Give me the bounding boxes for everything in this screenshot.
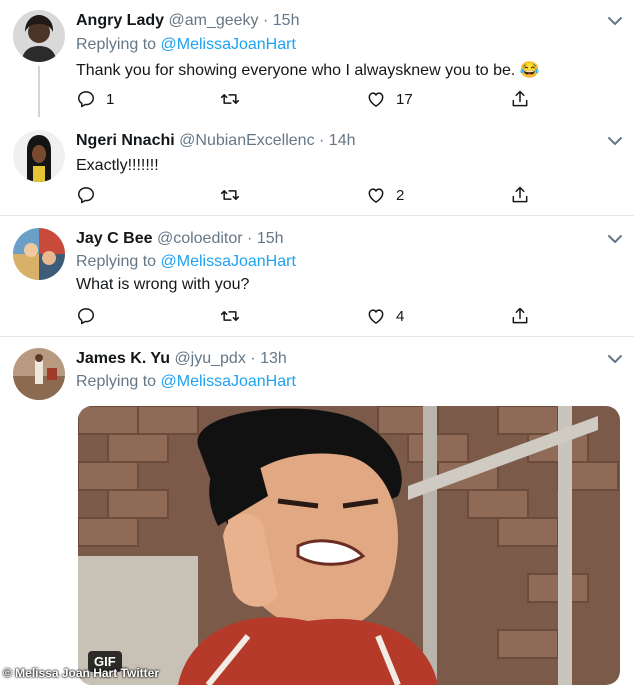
retweet-button[interactable] — [220, 88, 250, 110]
mention-link[interactable]: @MelissaJoanHart — [161, 253, 296, 270]
retweet-button[interactable] — [220, 305, 250, 327]
thread-line — [38, 66, 40, 117]
like-icon — [366, 185, 386, 205]
chevron-down-icon[interactable] — [607, 15, 623, 27]
reply-button[interactable] — [76, 305, 106, 327]
display-name[interactable]: Jay C Bee — [76, 230, 153, 247]
share-icon — [510, 89, 530, 109]
like-icon — [366, 89, 386, 109]
separator-dot: · — [319, 132, 325, 149]
reply-icon — [76, 306, 96, 326]
user-handle[interactable]: @am_geeky — [168, 12, 258, 29]
share-icon — [510, 185, 530, 205]
replying-to-prefix: Replying to — [76, 253, 161, 270]
tweet-text: What is wrong with you? — [76, 276, 250, 293]
replying-to-prefix: Replying to — [76, 373, 161, 390]
retweet-icon — [220, 185, 240, 205]
like-icon — [366, 306, 386, 326]
watermark: © Melissa Joan Hart Twitter — [3, 666, 159, 680]
like-button[interactable]: 4 — [366, 305, 404, 327]
replying-to: Replying to @MelissaJoanHart — [76, 36, 296, 54]
like-count: 17 — [396, 90, 413, 108]
gif-media[interactable] — [78, 406, 620, 685]
like-count: 2 — [396, 186, 405, 204]
tweet-text: Exactly!!!!!!! — [76, 157, 159, 174]
reply-icon — [76, 185, 96, 205]
reply-button[interactable] — [76, 184, 106, 206]
share-button[interactable] — [510, 88, 530, 110]
like-count: 4 — [396, 307, 405, 325]
separator-dot: · — [247, 230, 253, 247]
timestamp[interactable]: 14h — [329, 132, 356, 149]
chevron-down-icon[interactable] — [607, 135, 623, 147]
tweet[interactable]: Jay C Bee @coloeditor · 15h Replying to … — [0, 216, 634, 336]
retweet-icon — [220, 306, 240, 326]
chevron-down-icon[interactable] — [607, 233, 623, 245]
replying-to: Replying to @MelissaJoanHart — [76, 373, 296, 391]
separator-dot: · — [250, 350, 256, 367]
user-handle[interactable]: @NubianExcellenc — [179, 132, 314, 149]
tweet-header: James K. Yu @jyu_pdx · 13h — [76, 350, 287, 368]
mention-link[interactable]: @MelissaJoanHart — [161, 373, 296, 390]
user-handle[interactable]: @coloeditor — [157, 230, 243, 247]
separator-dot: · — [262, 12, 269, 29]
like-button[interactable]: 2 — [366, 184, 404, 206]
share-button[interactable] — [510, 305, 530, 327]
display-name[interactable]: Angry Lady — [76, 12, 164, 29]
reply-button[interactable]: 1 — [76, 88, 114, 110]
tweet-header: Jay C Bee @coloeditor · 15h — [76, 230, 284, 248]
chevron-down-icon[interactable] — [607, 353, 623, 365]
replying-to-prefix: Replying to — [76, 36, 161, 53]
reply-count: 1 — [106, 90, 115, 108]
timestamp[interactable]: 15h — [273, 12, 300, 29]
retweet-button[interactable] — [220, 184, 250, 206]
share-button[interactable] — [510, 184, 530, 206]
mention-link[interactable]: @MelissaJoanHart — [161, 36, 296, 53]
avatar[interactable] — [13, 228, 65, 280]
avatar[interactable] — [13, 130, 65, 182]
retweet-icon — [220, 89, 240, 109]
timestamp[interactable]: 13h — [260, 350, 287, 367]
avatar[interactable] — [13, 348, 65, 400]
tweet-text: Thank you for showing everyone who I alw… — [76, 62, 540, 79]
like-button[interactable]: 17 — [366, 88, 413, 110]
tweet[interactable]: Angry Lady @am_geeky · 15h Replying to @… — [0, 0, 634, 117]
avatar[interactable] — [13, 10, 65, 62]
gif-frame — [78, 406, 620, 685]
timestamp[interactable]: 15h — [257, 230, 284, 247]
reply-icon — [76, 89, 96, 109]
replying-to: Replying to @MelissaJoanHart — [76, 253, 296, 271]
tweet[interactable]: Ngeri Nnachi @NubianExcellenc · 14h Exac… — [0, 117, 634, 216]
tweet-header: Ngeri Nnachi @NubianExcellenc · 14h — [76, 132, 356, 150]
display-name[interactable]: James K. Yu — [76, 350, 170, 367]
user-handle[interactable]: @jyu_pdx — [174, 350, 245, 367]
display-name[interactable]: Ngeri Nnachi — [76, 132, 175, 149]
share-icon — [510, 306, 530, 326]
tweet-header: Angry Lady @am_geeky · 15h — [76, 12, 299, 30]
